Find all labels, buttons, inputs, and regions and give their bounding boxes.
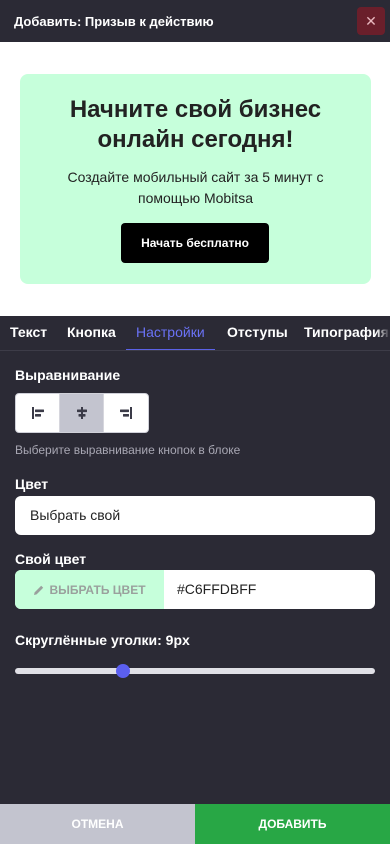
- color-select[interactable]: Выбрать свой: [15, 496, 375, 535]
- radius-slider[interactable]: [15, 664, 375, 678]
- tab-settings[interactable]: Настройки: [126, 316, 215, 350]
- pick-color-button[interactable]: ВЫБРАТЬ ЦВЕТ: [15, 570, 164, 609]
- pencil-icon: [34, 585, 44, 595]
- block-preview: Начните свой бизнес онлайн сегодня! Созд…: [0, 42, 390, 316]
- modal-footer: ОТМЕНА ДОБАВИТЬ: [0, 804, 390, 844]
- cta-card: Начните свой бизнес онлайн сегодня! Созд…: [20, 74, 371, 284]
- cta-button[interactable]: Начать бесплатно: [121, 223, 269, 263]
- color-label: Цвет: [15, 476, 49, 492]
- alignment-hint: Выберите выравнивание кнопок в блоке: [15, 443, 241, 457]
- align-center-button[interactable]: [60, 394, 104, 432]
- close-button[interactable]: ✕: [357, 7, 385, 35]
- radius-label: Скруглённые уголки: 9px: [15, 632, 190, 648]
- align-right-button[interactable]: [104, 394, 148, 432]
- modal-title: Добавить: Призыв к действию: [14, 13, 214, 29]
- align-right-icon: [119, 407, 132, 419]
- cancel-button[interactable]: ОТМЕНА: [0, 804, 195, 844]
- pick-color-label: ВЫБРАТЬ ЦВЕТ: [49, 582, 146, 597]
- align-left-button[interactable]: [16, 394, 60, 432]
- cta-title: Начните свой бизнес онлайн сегодня!: [69, 96, 322, 153]
- add-button[interactable]: ДОБАВИТЬ: [195, 804, 390, 844]
- align-left-icon: [31, 407, 44, 419]
- tab-padding[interactable]: Отступы: [217, 316, 298, 350]
- alignment-toggle-group: [15, 393, 149, 433]
- alignment-label: Выравнивание: [15, 367, 121, 383]
- radius-slider-thumb[interactable]: [116, 664, 130, 678]
- hex-color-input[interactable]: #C6FFDBFF: [164, 570, 375, 609]
- settings-tabs: Текст Кнопка Настройки Отступы Типографи…: [0, 316, 390, 351]
- align-center-icon: [76, 407, 87, 419]
- modal-header: Добавить: Призыв к действию ✕: [0, 0, 390, 42]
- tab-text[interactable]: Текст: [0, 316, 57, 350]
- custom-color-label: Свой цвет: [15, 551, 87, 567]
- close-icon: ✕: [365, 12, 377, 29]
- custom-color-row: ВЫБРАТЬ ЦВЕТ #C6FFDBFF: [15, 570, 375, 609]
- tab-button[interactable]: Кнопка: [57, 316, 126, 350]
- cta-subtitle: Создайте мобильный сайт за 5 минут с пом…: [67, 169, 324, 206]
